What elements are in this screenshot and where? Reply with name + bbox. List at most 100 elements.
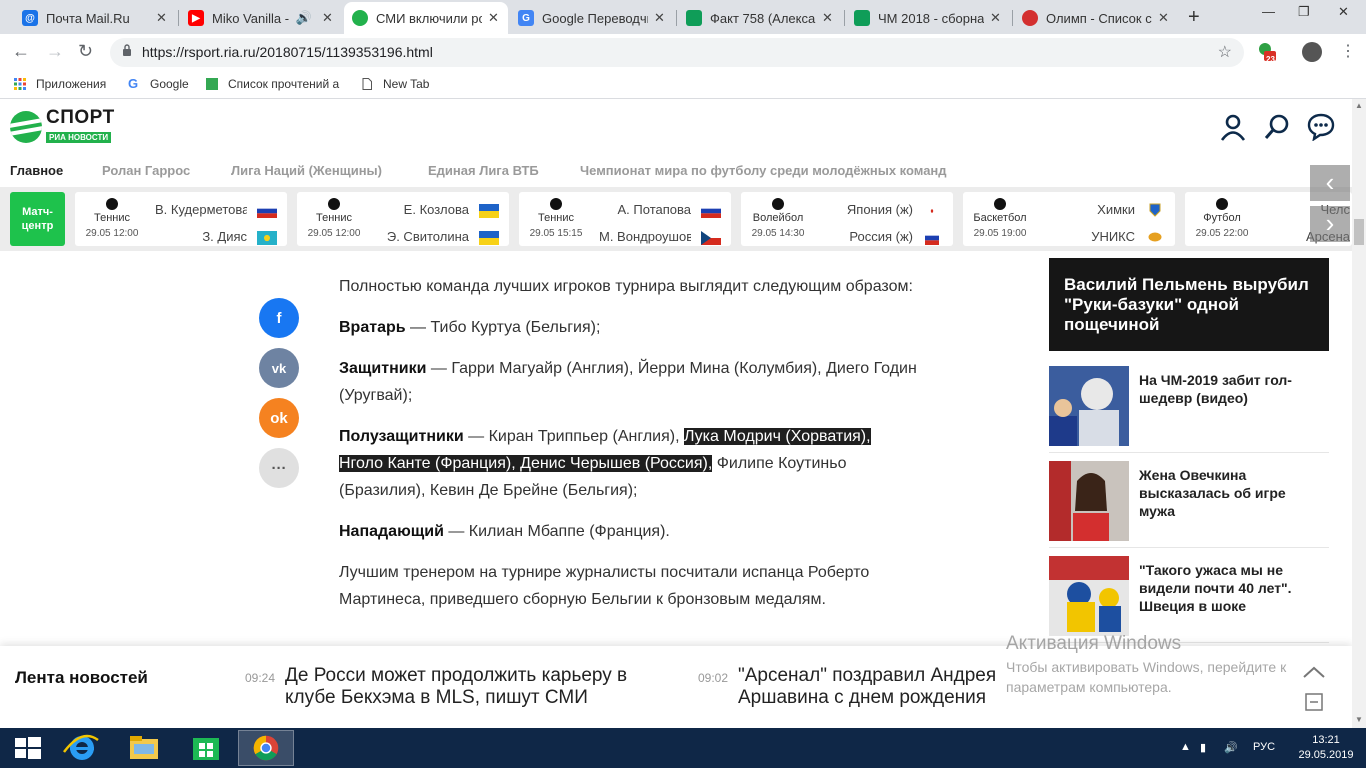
logo-subtext: РИА НОВОСТИ	[46, 132, 112, 143]
close-icon[interactable]: ✕	[156, 10, 168, 26]
ticker-news-link[interactable]: Де Росси может продолжить карьеру в клуб…	[285, 665, 665, 709]
sidebar-item[interactable]: На ЧМ-2019 забит гол-шедевр (видео)	[1049, 358, 1329, 453]
match-card[interactable]: Волейбол 29.05 14:30 Япония (ж) Россия (…	[741, 192, 953, 246]
match-sport: Теннис	[93, 212, 130, 224]
scroll-down-arrow-icon[interactable]: ▼	[1355, 715, 1363, 724]
windows-start-icon[interactable]	[0, 730, 56, 766]
user-icon[interactable]	[1219, 113, 1247, 141]
volleyball-icon	[772, 198, 784, 210]
match-time: 29.05 19:00	[973, 228, 1027, 239]
reload-icon[interactable]: ↻	[78, 41, 93, 62]
ticker-time: 09:02	[698, 671, 729, 685]
mail-ru-icon: @	[22, 10, 38, 26]
tab-separator	[178, 10, 179, 26]
chrome-icon[interactable]	[238, 730, 294, 766]
bookmark-google[interactable]: G Google	[128, 77, 189, 91]
tab-ria-sport[interactable]: СМИ включили рос ✕	[344, 2, 508, 34]
watermark-title: Активация Windows	[1006, 633, 1182, 654]
extension-badge: 23	[1266, 55, 1275, 64]
defenders-text: — Гарри Магуайр (Англия), Йерри Мина (Ко…	[339, 360, 917, 404]
ticker-news-link[interactable]: "Арсенал" поздравил Андрея Аршавина с дн…	[738, 665, 1028, 709]
nav-vtb-league[interactable]: Единая Лига ВТБ	[428, 163, 539, 178]
match-card[interactable]: Теннис 29.05 12:00 В. Кудерметова З. Дия…	[75, 192, 287, 246]
apps-grid-icon	[14, 78, 26, 90]
tennis-ball-icon	[328, 198, 340, 210]
match-sport: Футбол	[1203, 212, 1241, 224]
site-header: СПОРТ РИА НОВОСТИ	[0, 99, 1352, 155]
minimize-icon[interactable]: —	[1262, 4, 1275, 19]
match-card[interactable]: Баскетбол 29.05 19:00 Химки УНИКС	[963, 192, 1175, 246]
nav-main[interactable]: Главное	[10, 163, 63, 178]
bookmark-new-tab[interactable]: New Tab	[361, 77, 429, 91]
clock-date: 29.05.2019	[1298, 749, 1354, 761]
tab-youtube[interactable]: ▶ Miko Vanilla - 🔊 ✕	[180, 2, 342, 34]
site-logo[interactable]: СПОРТ РИА НОВОСТИ	[10, 108, 115, 145]
volume-icon[interactable]: 🔊	[1224, 741, 1238, 754]
window-close-icon[interactable]: ✕	[1338, 4, 1349, 20]
sidebar-item[interactable]: Жена Овечкина высказалась об игре мужа	[1049, 453, 1329, 548]
carousel-next-arrow-icon[interactable]: ›	[1310, 206, 1350, 242]
match-card[interactable]: Теннис 29.05 15:15 А. Потапова М. Вондро…	[519, 192, 731, 246]
flag-ukraine-icon	[479, 231, 499, 245]
scroll-up-arrow-icon[interactable]: ▲	[1355, 101, 1363, 110]
new-tab-button[interactable]: +	[1188, 6, 1200, 29]
close-icon[interactable]: ✕	[654, 10, 666, 26]
tab-mail-ru[interactable]: @ Почта Mail.Ru ✕	[14, 2, 176, 34]
language-indicator[interactable]: РУС	[1253, 741, 1275, 753]
vk-share-icon[interactable]: vk	[259, 348, 299, 388]
file-explorer-icon[interactable]	[116, 730, 172, 766]
match-time: 29.05 12:00	[307, 228, 361, 239]
bookmark-star-icon[interactable]: ☆	[1218, 42, 1232, 62]
chat-icon[interactable]	[1307, 113, 1335, 141]
nav-nations-league-women[interactable]: Лига Наций (Женщины)	[231, 163, 382, 178]
basketball-icon	[994, 198, 1006, 210]
close-icon[interactable]: ✕	[322, 10, 334, 26]
back-arrow-icon[interactable]: ←	[12, 41, 30, 62]
odnoklassniki-share-icon[interactable]: ok	[259, 398, 299, 438]
more-share-icon[interactable]: ···	[259, 448, 299, 488]
feature-title: Василий Пельмень вырубил "Руки-базуки" о…	[1064, 275, 1309, 334]
tray-expand-icon[interactable]: ▲	[1180, 741, 1191, 753]
flag-russia-icon	[925, 231, 939, 245]
flag-czech-icon	[701, 231, 721, 245]
address-bar[interactable]: https://rsport.ria.ru/20180715/113935319…	[110, 38, 1244, 67]
tab-google-translate[interactable]: G Google Переводчик ✕	[510, 2, 674, 34]
bookmarks-bar: Приложения G Google Список прочтений а N…	[0, 71, 1366, 99]
match-card[interactable]: Теннис 29.05 12:00 Е. Козлова Э. Свитоли…	[297, 192, 509, 246]
facebook-share-icon[interactable]: f	[259, 298, 299, 338]
sidebar-feature[interactable]: Василий Пельмень вырубил "Руки-базуки" о…	[1049, 258, 1329, 351]
profile-avatar[interactable]	[1302, 42, 1322, 62]
close-icon[interactable]: ✕	[1158, 10, 1170, 26]
flag-russia-icon	[257, 204, 277, 218]
carousel-prev-arrow-icon[interactable]: ‹	[1310, 165, 1350, 201]
sidebar-item[interactable]: "Такого ужаса мы не видели почти 40 лет"…	[1049, 548, 1329, 643]
flag-russia-icon	[701, 204, 721, 218]
scrollbar-thumb[interactable]	[1354, 219, 1364, 245]
close-icon[interactable]: ✕	[488, 10, 500, 26]
windows-store-icon[interactable]	[178, 730, 234, 766]
internet-explorer-icon[interactable]	[54, 730, 110, 766]
tab-olimp[interactable]: Олимп - Список с ✕	[1014, 2, 1178, 34]
bookmark-reading-list[interactable]: Список прочтений а	[206, 77, 340, 91]
menu-kebab-icon[interactable]: ⋮	[1340, 41, 1356, 61]
match-center-button[interactable]: Матч- центр	[10, 192, 65, 246]
close-icon[interactable]: ✕	[822, 10, 834, 26]
bookmark-apps[interactable]: Приложения	[14, 77, 106, 91]
system-clock[interactable]: 13:21 29.05.2019	[1298, 733, 1354, 763]
match-team-1: В. Кудерметова	[155, 202, 247, 217]
nav-roland-garros[interactable]: Ролан Гаррос	[102, 163, 190, 178]
network-icon[interactable]: ▮	[1200, 741, 1206, 754]
nav-youth-world-cup[interactable]: Чемпионат мира по футболу среди молодёжн…	[580, 163, 947, 178]
restore-icon[interactable]: ❐	[1298, 4, 1310, 20]
close-icon[interactable]: ✕	[990, 10, 1002, 26]
forward-arrow-icon[interactable]: →	[46, 41, 64, 62]
tennis-ball-icon	[106, 198, 118, 210]
search-icon[interactable]	[1263, 113, 1291, 141]
bookmark-label: New Tab	[383, 77, 430, 91]
windows-taskbar: ▲ ▮ 🔊 РУС 13:21 29.05.2019	[0, 728, 1366, 768]
page-scrollbar[interactable]: ▲ ▼	[1352, 99, 1366, 728]
tab-sheets-fact[interactable]: Факт 758 (Алексан ✕	[678, 2, 842, 34]
tab-sheets-wc[interactable]: ЧМ 2018 - сборная ✕	[846, 2, 1010, 34]
news-thumbnail	[1049, 366, 1129, 446]
article-paragraph: Лучшим тренером на турнире журналисты по…	[339, 564, 870, 608]
